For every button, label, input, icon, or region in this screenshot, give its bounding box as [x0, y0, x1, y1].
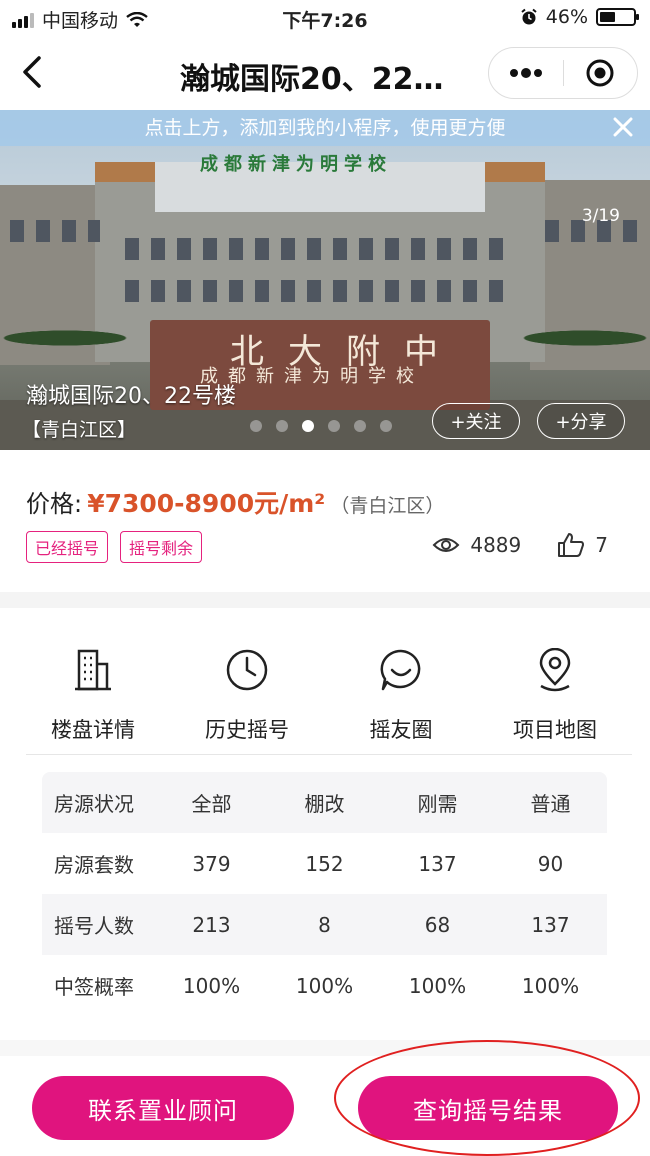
carousel-dot[interactable]: [328, 420, 340, 432]
carousel-dot[interactable]: [354, 420, 366, 432]
table-header-cell: 棚改: [304, 792, 345, 816]
status-right: 46%: [520, 6, 639, 28]
hero-carousel[interactable]: 成都新津为明学校 北大附中 成都新津为明学校 点击上方，添加到我的小程序，使用更…: [0, 110, 650, 450]
alarm-icon: [521, 8, 537, 25]
views-count: 4889: [470, 533, 522, 557]
menu-label: 历史摇号: [205, 718, 289, 742]
table-cell: 137: [418, 851, 457, 876]
thumbs-up-icon[interactable]: [557, 532, 585, 558]
exit-button[interactable]: [564, 48, 638, 98]
table-cell: 152: [305, 851, 344, 876]
menu-label: 摇友圈: [369, 718, 433, 742]
table-cell: 90: [537, 851, 564, 876]
status-badge: 已经摇号: [26, 531, 109, 563]
more-button[interactable]: [489, 48, 563, 98]
mini-program-capsule: [488, 47, 638, 99]
back-button[interactable]: [12, 52, 52, 92]
menu-item-community[interactable]: 摇友圈: [324, 608, 478, 754]
property-name: 瀚城国际20、22号楼: [26, 384, 236, 409]
add-mini-program-banner[interactable]: 点击上方，添加到我的小程序，使用更方便: [0, 110, 650, 146]
table-header-cell: 刚需: [417, 792, 458, 816]
status-bar: 中国移动 下午7:26 46%: [0, 0, 650, 36]
lottery-stats-table: 房源状况 全部 棚改 刚需 普通 房源套数 379 152 137 90 摇号人…: [42, 772, 607, 1016]
price-label: 价格:: [26, 490, 83, 518]
map-pin-icon: [533, 648, 577, 692]
section-gap: [0, 592, 650, 608]
table-cell: 68: [424, 912, 451, 937]
price-district: （青白江区）: [330, 495, 445, 517]
carousel-dot[interactable]: [380, 420, 392, 432]
carousel-dot[interactable]: [250, 420, 262, 432]
price-value: ¥7300-8900元/m²: [87, 489, 326, 518]
section-gap: [0, 1040, 650, 1056]
table-cell: 100%: [182, 973, 241, 998]
carousel-dots: [250, 420, 392, 432]
photo-windows: [125, 238, 515, 260]
query-lottery-result-button[interactable]: 查询摇号结果: [358, 1076, 618, 1140]
table-cell: 137: [531, 912, 570, 937]
table-row: 房源套数 379 152 137 90: [42, 833, 607, 894]
target-circle-icon: [586, 59, 614, 87]
chevron-left-icon: [23, 56, 41, 88]
bottom-action-bar: 联系置业顾问 查询摇号结果: [0, 1056, 650, 1156]
banner-text: 点击上方，添加到我的小程序，使用更方便: [144, 117, 506, 139]
battery-percent: 46%: [545, 6, 588, 28]
more-dots-icon: [509, 68, 542, 78]
photo-building-sign: 成都新津为明学校: [200, 154, 392, 175]
photo-windows: [10, 220, 100, 242]
engagement-stats: 4889 7: [432, 532, 608, 558]
table-cell: 中签概率: [54, 975, 134, 999]
eye-icon: [432, 538, 460, 552]
table-cell: 8: [318, 912, 331, 937]
table-cell: 100%: [295, 973, 354, 998]
status-tags: 已经摇号 摇号剩余: [26, 531, 203, 563]
menu-label: 项目地图: [513, 718, 597, 742]
battery-icon: [596, 8, 639, 26]
table-cell: 213: [192, 912, 231, 937]
status-badge: 摇号剩余: [120, 531, 203, 563]
share-button[interactable]: +分享: [537, 403, 625, 439]
table-cell: 379: [192, 851, 231, 876]
contact-consultant-button[interactable]: 联系置业顾问: [32, 1076, 294, 1140]
follow-button[interactable]: +关注: [432, 403, 520, 439]
carousel-dot-active[interactable]: [302, 420, 314, 432]
menu-item-history[interactable]: 历史摇号: [170, 608, 324, 754]
image-counter: 3/19: [581, 206, 620, 226]
table-cell: 房源套数: [54, 853, 134, 877]
table-row: 中签概率 100% 100% 100% 100%: [42, 955, 607, 1016]
menu-divider: [26, 754, 632, 755]
building-icon: [71, 648, 115, 692]
table-cell: 100%: [521, 973, 580, 998]
price-section: 价格: ¥7300-8900元/m² （青白江区） 已经摇号 摇号剩余 4889…: [0, 450, 650, 592]
table-header-cell: 房源状况: [54, 792, 134, 816]
menu-item-details[interactable]: 楼盘详情: [16, 608, 170, 754]
carousel-dot[interactable]: [276, 420, 288, 432]
quick-menu: 楼盘详情 历史摇号 摇友圈 项目地图: [0, 608, 650, 754]
table-row: 摇号人数 213 8 68 137: [42, 894, 607, 955]
menu-label: 楼盘详情: [51, 718, 135, 742]
likes-count: 7: [595, 533, 608, 557]
table-cell: 摇号人数: [54, 914, 134, 938]
page-title: 瀚城国际20、22…: [180, 62, 444, 97]
nav-bar: 瀚城国际20、22…: [0, 36, 650, 110]
menu-item-map[interactable]: 项目地图: [478, 608, 632, 754]
battery-fill: [600, 12, 615, 22]
price-line: 价格: ¥7300-8900元/m² （青白江区）: [26, 484, 444, 520]
property-district: 【青白江区】: [22, 419, 137, 441]
table-cell: 100%: [408, 973, 467, 998]
clock-icon: [225, 648, 269, 692]
chat-bubble-icon: [379, 648, 423, 692]
table-header-row: 房源状况 全部 棚改 刚需 普通: [42, 772, 607, 833]
table-header-cell: 全部: [191, 792, 232, 816]
close-icon[interactable]: [608, 112, 638, 142]
table-header-cell: 普通: [530, 792, 571, 816]
